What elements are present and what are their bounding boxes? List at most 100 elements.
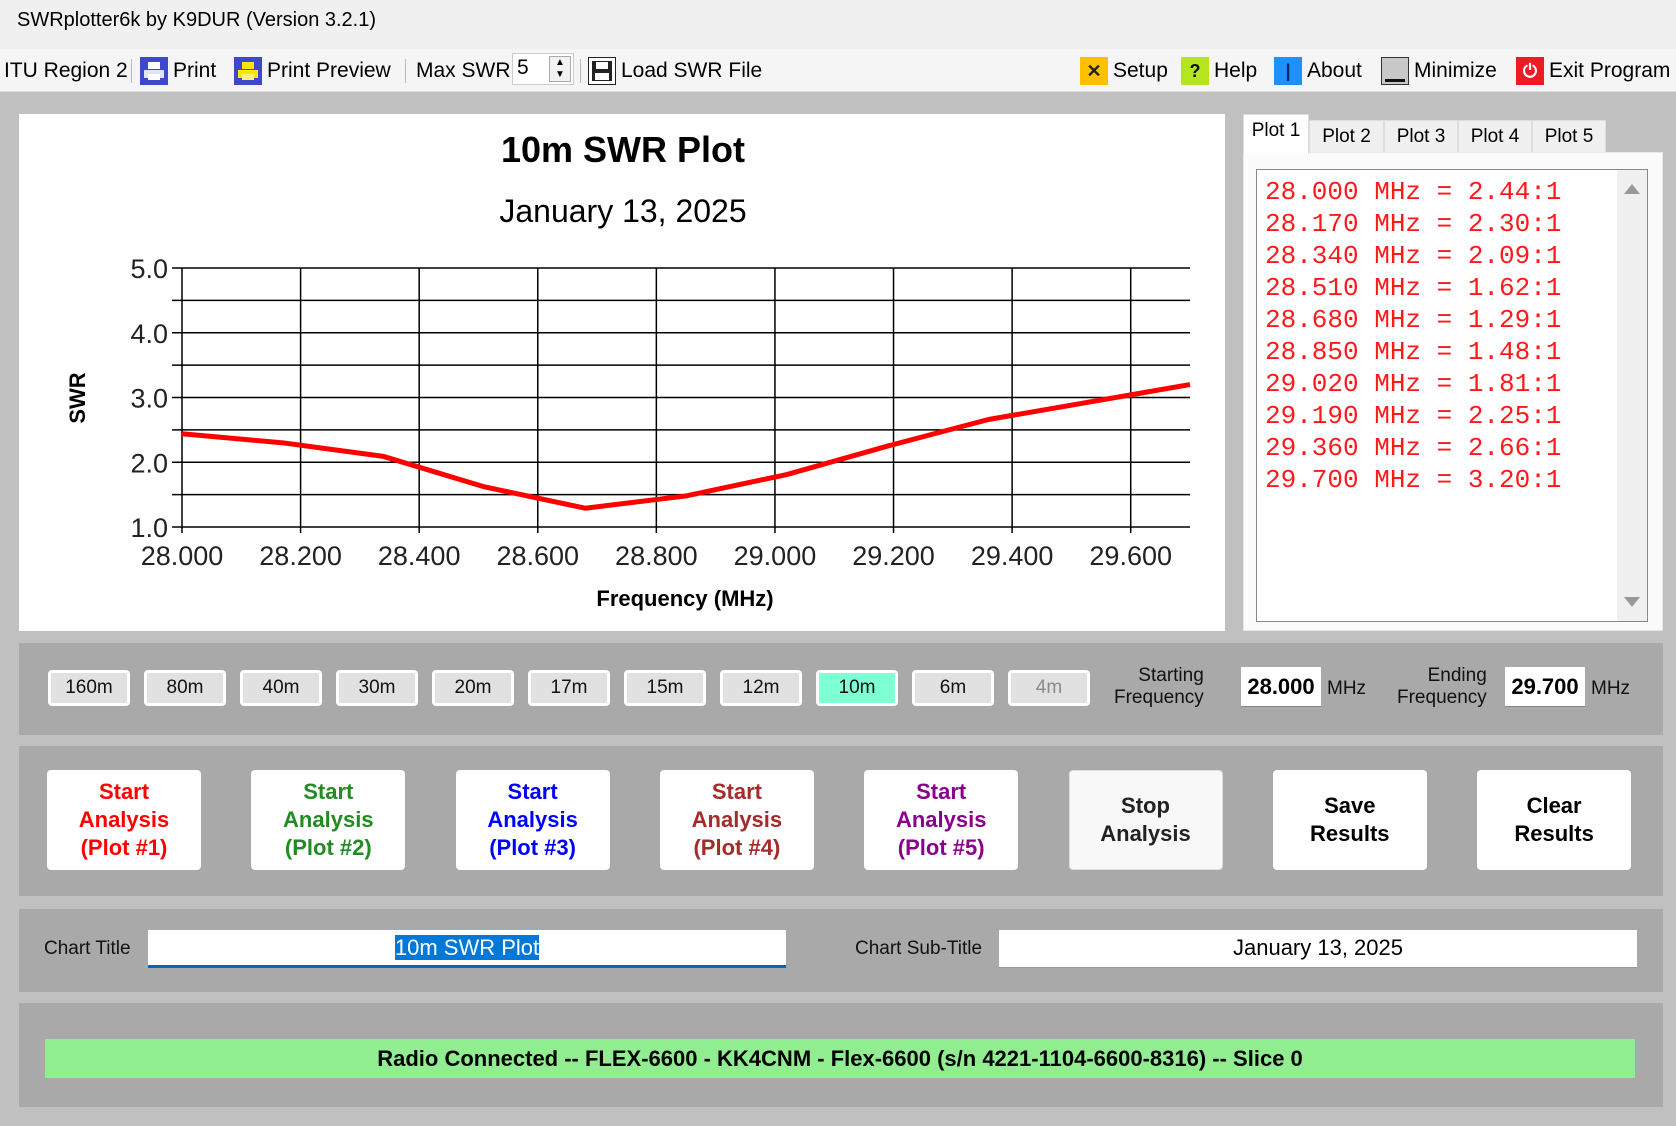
exit-program-button[interactable]: ⏻ Exit Program [1516, 56, 1670, 86]
help-button[interactable]: ? Help [1181, 56, 1257, 86]
toolbar-separator [580, 59, 581, 83]
result-row: 29.020 MHz = 1.81:1 [1265, 369, 1562, 399]
results-scrollbar[interactable] [1617, 170, 1647, 621]
chart-subtitle-input[interactable]: January 13, 2025 [999, 930, 1637, 968]
band-button-17m[interactable]: 17m [528, 670, 610, 706]
x-tick-label: 29.400 [971, 541, 1054, 571]
print-preview-button[interactable]: Print Preview [234, 56, 391, 86]
button-label-line: Start [98, 779, 150, 804]
button-label: Start Analysis (Plot #5) [896, 778, 987, 862]
save-results-button[interactable]: Save Results [1272, 770, 1427, 870]
chart-titles-panel: Chart Title 10m SWR Plot Chart Sub-Title… [19, 909, 1663, 992]
ending-frequency-unit: MHz [1591, 678, 1631, 699]
band-button-40m[interactable]: 40m [240, 670, 322, 706]
button-label: Start Analysis (Plot #4) [692, 778, 783, 862]
about-label: About [1307, 59, 1362, 82]
starting-frequency-unit: MHz [1327, 678, 1367, 699]
band-selector-panel: 160m 80m 40m 30m 20m 17m 15m 12m 10m 6m 4m Startin… [19, 643, 1663, 735]
exit-program-label: Exit Program [1549, 59, 1671, 82]
print-button[interactable]: Print [140, 56, 216, 86]
button-label-line: Results [1310, 821, 1390, 846]
y-tick-label: 5.0 [130, 254, 168, 284]
max-swr-spinner[interactable]: 5 ▲ ▼ [512, 53, 574, 85]
tab-plot-3[interactable]: Plot 3 [1384, 120, 1458, 154]
band-button-12m[interactable]: 12m [720, 670, 802, 706]
scroll-down-icon[interactable] [1624, 597, 1640, 607]
button-label: Start Analysis (Plot #2) [283, 778, 374, 862]
band-button-6m[interactable]: 6m [912, 670, 994, 706]
x-tick-label: 29.200 [852, 541, 935, 571]
floppy-disk-icon [588, 57, 616, 85]
band-button-20m[interactable]: 20m [432, 670, 514, 706]
chart-subtitle: January 13, 2025 [499, 193, 746, 229]
band-button-80m[interactable]: 80m [144, 670, 226, 706]
tools-icon: ✕ [1080, 57, 1108, 85]
button-label-line: Start [916, 779, 967, 804]
band-button-15m[interactable]: 15m [624, 670, 706, 706]
y-tick-label: 3.0 [130, 384, 168, 414]
result-row: 28.680 MHz = 1.29:1 [1265, 305, 1562, 335]
result-row: 28.510 MHz = 1.62:1 [1265, 273, 1562, 303]
button-label-line: (Plot #1) [80, 835, 168, 860]
radio-status-bar: Radio Connected -- FLEX-6600 - KK4CNM - … [45, 1039, 1635, 1078]
ending-frequency-label: Ending Frequency [1397, 665, 1487, 709]
button-label-line: Analysis [283, 807, 374, 832]
clear-results-button[interactable]: Clear Results [1477, 770, 1632, 870]
tab-plot-5[interactable]: Plot 5 [1532, 120, 1606, 154]
band-button-30m[interactable]: 30m [336, 670, 418, 706]
result-row: 29.700 MHz = 3.20:1 [1265, 465, 1562, 495]
start-analysis-plot4-button[interactable]: Start Analysis (Plot #4) [659, 770, 814, 870]
start-analysis-plot2-button[interactable]: Start Analysis (Plot #2) [251, 770, 406, 870]
stop-analysis-button[interactable]: Stop Analysis [1068, 770, 1223, 870]
x-tick-label: 28.400 [378, 541, 461, 571]
setup-button[interactable]: ✕ Setup [1080, 56, 1168, 86]
results-listbox[interactable]: 28.000 MHz = 2.44:1 28.170 MHz = 2.30:1 28… [1256, 169, 1648, 622]
tab-plot-4[interactable]: Plot 4 [1458, 120, 1532, 154]
scroll-up-icon[interactable] [1624, 184, 1640, 194]
minimize-icon [1381, 57, 1409, 85]
starting-frequency-label-line2: Frequency [1114, 687, 1204, 708]
button-label-line: Start [303, 779, 354, 804]
button-label: Save Results [1310, 792, 1389, 848]
band-button-10m[interactable]: 10m [816, 670, 898, 706]
chart-title-label: Chart Title [44, 938, 131, 959]
start-analysis-plot5-button[interactable]: Start Analysis (Plot #5) [864, 770, 1019, 870]
window-title: SWRplotter6k by K9DUR (Version 3.2.1) [17, 9, 377, 31]
swr-chart: 10m SWR Plot January 13, 2025 SWR Freque… [65, 129, 1191, 611]
chart-title: 10m SWR Plot [501, 129, 745, 170]
setup-label: Setup [1113, 59, 1168, 82]
ending-frequency-input[interactable]: 29.700 [1505, 667, 1585, 707]
button-label: Start Analysis (Plot #3) [487, 778, 578, 862]
button-label-line: Start [507, 779, 558, 804]
button-label-line: Analysis [1100, 821, 1191, 846]
x-tick-label: 28.600 [496, 541, 579, 571]
max-swr-value[interactable]: 5 [517, 56, 529, 80]
help-label: Help [1214, 59, 1258, 82]
series-line-plot-1 [181, 382, 1191, 511]
y-tick-label: 2.0 [130, 448, 168, 478]
button-label-line: (Plot #4) [693, 835, 781, 860]
info-icon: | [1274, 57, 1302, 85]
band-button-160m[interactable]: 160m [48, 670, 130, 706]
tab-plot-1[interactable]: Plot 1 [1243, 114, 1309, 154]
starting-frequency-input[interactable]: 28.000 [1241, 667, 1321, 707]
button-label-line: Stop [1121, 793, 1170, 818]
results-list: 28.000 MHz = 2.44:1 28.170 MHz = 2.30:1 28… [1265, 176, 1561, 496]
chart-title-input[interactable]: 10m SWR Plot [148, 930, 786, 968]
starting-frequency-label: Starting Frequency [1114, 665, 1204, 709]
region-label[interactable]: ITU Region 2 [4, 56, 128, 86]
button-label-line: (Plot #3) [489, 835, 576, 860]
x-tick-label: 28.000 [141, 541, 224, 571]
start-analysis-plot3-button[interactable]: Start Analysis (Plot #3) [455, 770, 610, 870]
load-swr-file-button[interactable]: Load SWR File [588, 56, 762, 86]
button-label-line: Start [711, 779, 762, 804]
start-analysis-plot1-button[interactable]: Start Analysis (Plot #1) [47, 770, 201, 870]
button-label-line: (Plot #5) [897, 835, 985, 860]
button-label-line: (Plot #2) [284, 835, 372, 860]
max-swr-text: Max SWR [416, 59, 511, 82]
about-button[interactable]: | About [1274, 56, 1362, 86]
button-label-line: Save [1324, 793, 1376, 818]
tab-plot-2[interactable]: Plot 2 [1309, 120, 1384, 154]
spinner-arrows-icon[interactable]: ▲ ▼ [549, 56, 571, 82]
minimize-button[interactable]: Minimize [1381, 56, 1497, 86]
